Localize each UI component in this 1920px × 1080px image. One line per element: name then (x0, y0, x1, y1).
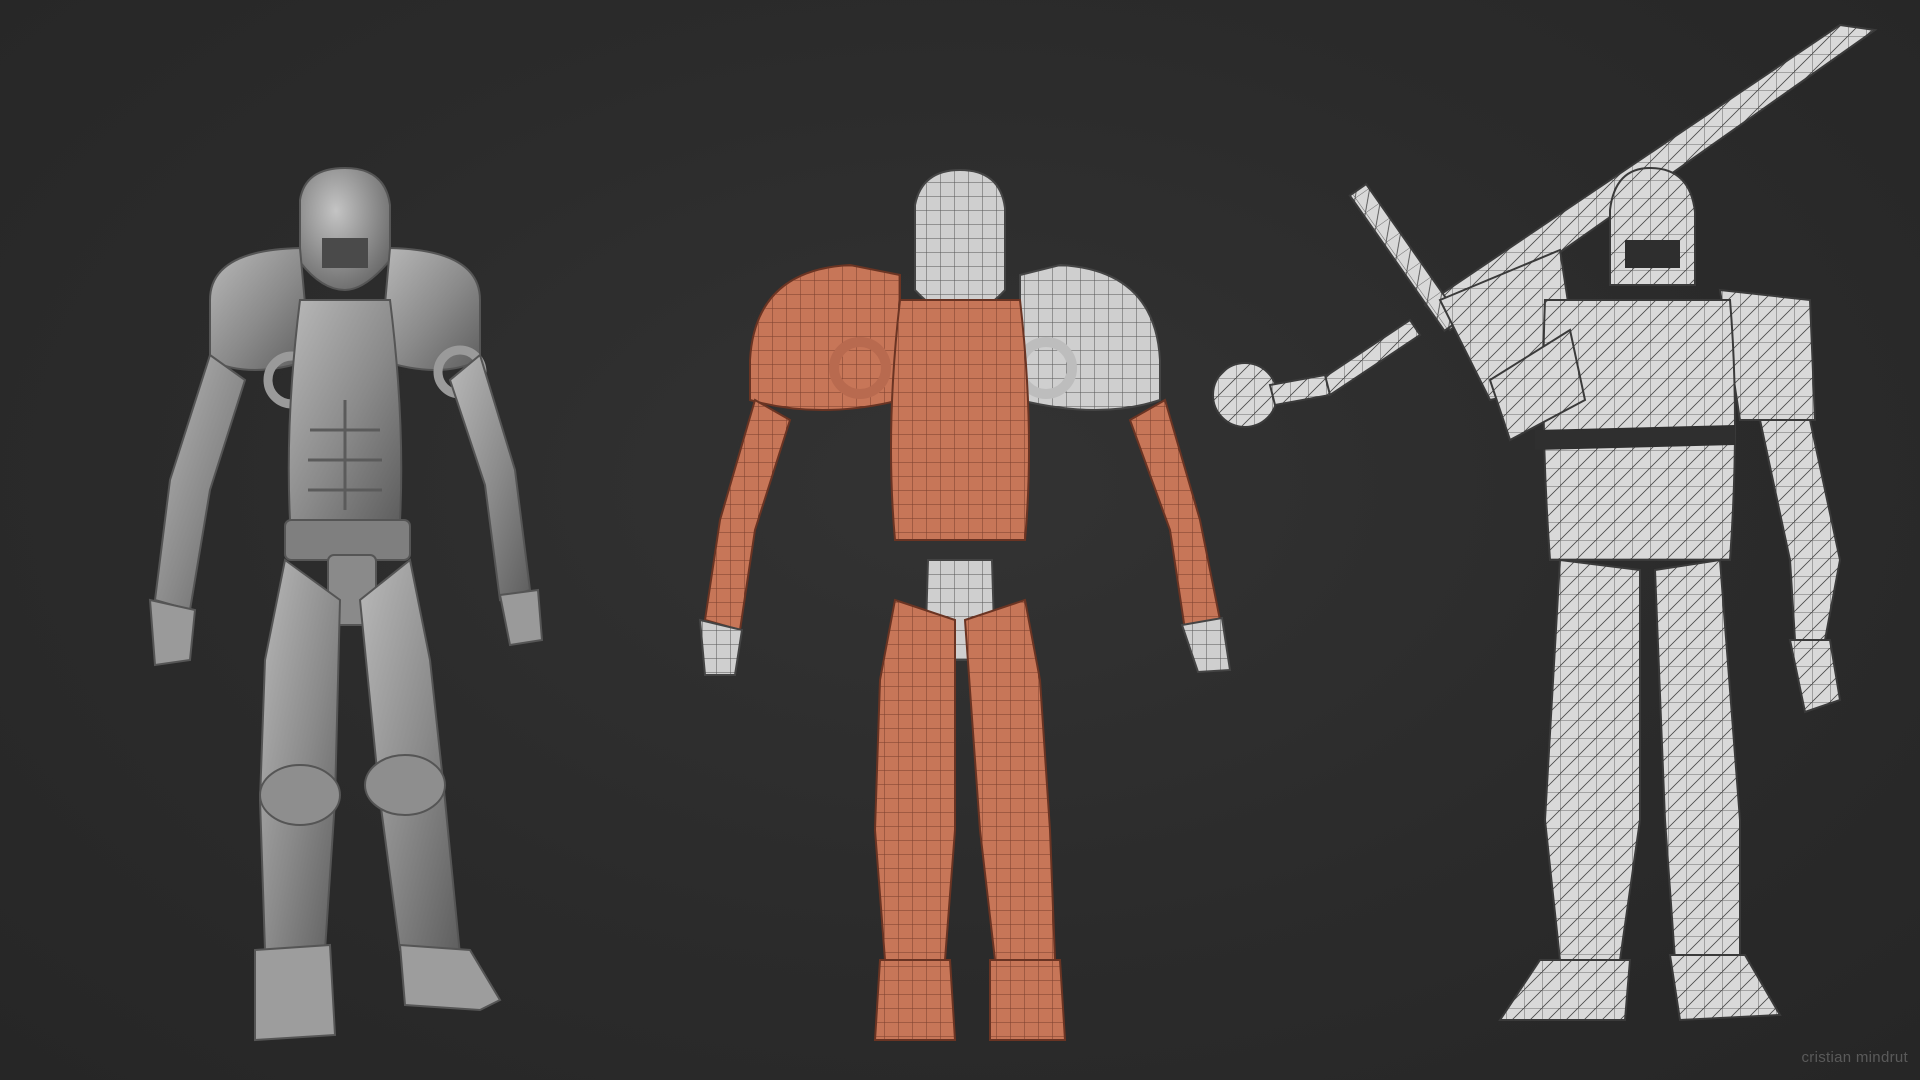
knight-retopology-illustration (660, 0, 1280, 1080)
knight-lowpoly-illustration (1200, 0, 1900, 1080)
knight-sculpt-render (60, 0, 620, 1080)
knight-lowpoly-render (1200, 0, 1900, 1080)
knight-retopology-render (660, 0, 1280, 1080)
canvas-background: cristian mindrut (0, 0, 1920, 1080)
knight-sculpt-illustration (60, 0, 620, 1080)
artist-watermark: cristian mindrut (1802, 1049, 1909, 1066)
